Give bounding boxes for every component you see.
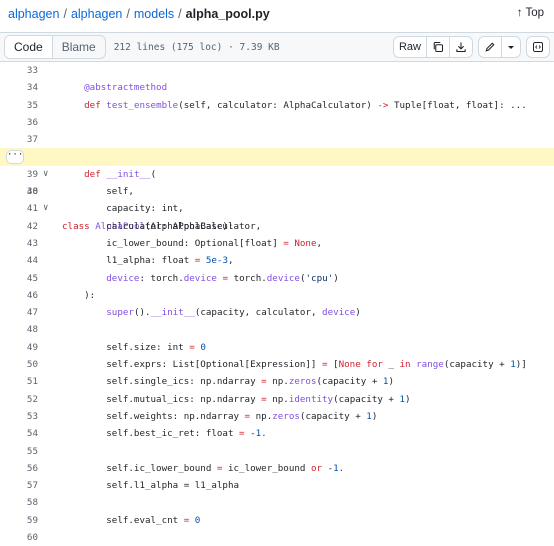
line-number[interactable]: 51 [0, 373, 38, 390]
symbols-panel-button[interactable] [526, 36, 550, 58]
line-number[interactable]: 42 [0, 218, 38, 235]
code-text: self.ic_lower_bound = ic_lower_bound or … [62, 462, 345, 474]
pencil-icon[interactable] [479, 37, 502, 57]
line-number[interactable]: 48 [0, 321, 38, 338]
line-number[interactable]: 40 [0, 183, 38, 200]
code-line: 42 calculator: AlphaCalculator, [0, 218, 554, 235]
line-number[interactable]: 36 [0, 114, 38, 131]
line-number[interactable]: 34 [0, 79, 38, 96]
code-line: 35 def test_ensemble(self, calculator: A… [0, 97, 554, 114]
code-line: 36 [0, 114, 554, 131]
code-line: 57 self.l1_alpha = l1_alpha [0, 477, 554, 494]
line-number[interactable]: 60 [0, 529, 38, 546]
code-line: 50 self.exprs: List[Optional[Expression]… [0, 356, 554, 373]
code-text: def __init__( [84, 168, 157, 180]
code-line: 56 self.ic_lower_bound = ic_lower_bound … [0, 460, 554, 477]
top-link[interactable]: ↑ Top [517, 7, 544, 19]
code-line: 46 ): [0, 287, 554, 304]
line-number[interactable]: 39 [0, 166, 38, 183]
code-text: self.best_ic_ret: float = -1. [62, 428, 267, 440]
line-number[interactable]: 43 [0, 235, 38, 252]
code-text: self.l1_alpha = l1_alpha [62, 480, 240, 492]
code-text: self.size: int = 0 [62, 341, 206, 353]
code-text: def test_ensemble(self, calculator: Alph… [84, 99, 527, 111]
raw-button[interactable]: Raw [394, 37, 427, 57]
tab-blame[interactable]: Blame [53, 36, 105, 58]
code-line: 49 self.size: int = 0 [0, 339, 554, 356]
fold-chevron-icon[interactable]: ∨ [43, 166, 48, 183]
code-line: 44 l1_alpha: float = 5e-3, [0, 252, 554, 269]
code-text: @abstractmethod [62, 82, 168, 94]
line-number[interactable]: 57 [0, 477, 38, 494]
breadcrumb-separator: / [63, 7, 67, 21]
code-text: self.single_ics: np.ndarray = np.zeros(c… [62, 376, 394, 388]
code-text: self, [62, 186, 134, 198]
breadcrumb-separator: / [178, 7, 182, 21]
line-number[interactable]: 58 [0, 494, 38, 511]
code-line: 59 self.eval_cnt = 0 [0, 512, 554, 529]
code-line: 39 ∨ def __init__( [0, 166, 554, 183]
download-icon[interactable] [450, 37, 472, 57]
line-number[interactable]: 46 [0, 287, 38, 304]
breadcrumb-separator: / [126, 7, 130, 21]
line-number[interactable]: 50 [0, 356, 38, 373]
code-line: 60 [0, 529, 554, 546]
code-text: self.mutual_ics: np.ndarray = np.identit… [62, 393, 411, 405]
code-line: 47 super().__init__(capacity, calculator… [0, 304, 554, 321]
tab-code[interactable]: Code [5, 36, 53, 58]
code-line: 37 [0, 131, 554, 148]
code-line: 48 [0, 321, 554, 338]
line-number[interactable]: 52 [0, 391, 38, 408]
code-line: 41 capacity: int, [0, 200, 554, 217]
line-number[interactable]: 56 [0, 460, 38, 477]
code-text: ic_lower_bound: Optional[float] = None, [62, 237, 323, 249]
breadcrumb-file-name: alpha_pool.py [185, 7, 270, 21]
symbols-icon [533, 42, 543, 52]
code-line-highlighted: ··· 38 ∨ class AlphaPool(AlphaPoolBase): [0, 148, 554, 232]
line-number[interactable]: 59 [0, 512, 38, 529]
line-number[interactable]: 55 [0, 443, 38, 460]
breadcrumb-dir-alphagen-link[interactable]: alphagen [71, 7, 122, 21]
code-line: 54 self.best_ic_ret: float = -1. [0, 425, 554, 442]
code-view: 33 34 @abstractmethod 35 def test_ensemb… [0, 62, 554, 546]
code-line: 51 self.single_ics: np.ndarray = np.zero… [0, 373, 554, 390]
code-line: 40 self, [0, 183, 554, 200]
line-number[interactable]: 41 [0, 200, 38, 217]
code-line: 58 [0, 494, 554, 511]
code-text: self.exprs: List[Optional[Expression]] =… [62, 359, 527, 371]
line-actions-menu-button[interactable]: ··· [6, 150, 24, 165]
file-info: 212 lines (175 loc) · 7.39 KB [113, 41, 280, 53]
line-number[interactable]: 49 [0, 339, 38, 356]
code-text: l1_alpha: float = 5e-3, [62, 255, 234, 267]
line-number[interactable]: 37 [0, 131, 38, 148]
code-line: 52 self.mutual_ics: np.ndarray = np.iden… [0, 391, 554, 408]
edit-actions-group [478, 36, 521, 58]
file-actions: Raw [392, 36, 550, 58]
line-number[interactable]: 35 [0, 97, 38, 114]
code-line: 43 ic_lower_bound: Optional[float] = Non… [0, 235, 554, 252]
chevron-down-icon[interactable] [502, 37, 520, 57]
copy-icon[interactable] [427, 37, 450, 57]
code-text: calculator: AlphaCalculator, [62, 220, 262, 232]
view-mode-switch: Code Blame [4, 35, 106, 59]
line-number[interactable]: 54 [0, 425, 38, 442]
line-number[interactable]: 47 [0, 304, 38, 321]
code-text: self.eval_cnt = 0 [62, 514, 201, 526]
code-line: 33 [0, 62, 554, 79]
breadcrumb-dir-models-link[interactable]: models [134, 7, 174, 21]
line-number[interactable]: 45 [0, 270, 38, 287]
code-text: ): [62, 289, 96, 301]
raw-actions-group: Raw [392, 36, 473, 58]
code-text: device: torch.device = torch.device('cpu… [106, 272, 339, 284]
line-number[interactable]: 33 [0, 62, 38, 79]
code-line: 55 [0, 443, 554, 460]
breadcrumb: alphagen / alphagen / models / alpha_poo… [0, 0, 554, 28]
line-number[interactable]: 44 [0, 252, 38, 269]
code-line: 34 @abstractmethod [0, 79, 554, 96]
code-line: 45 device: torch.device = torch.device('… [0, 270, 554, 287]
breadcrumb-repo-link[interactable]: alphagen [8, 7, 59, 21]
code-text: capacity: int, [62, 203, 184, 215]
code-text: super().__init__(capacity, calculator, d… [106, 307, 361, 319]
file-toolbar: Code Blame 212 lines (175 loc) · 7.39 KB… [0, 32, 554, 62]
